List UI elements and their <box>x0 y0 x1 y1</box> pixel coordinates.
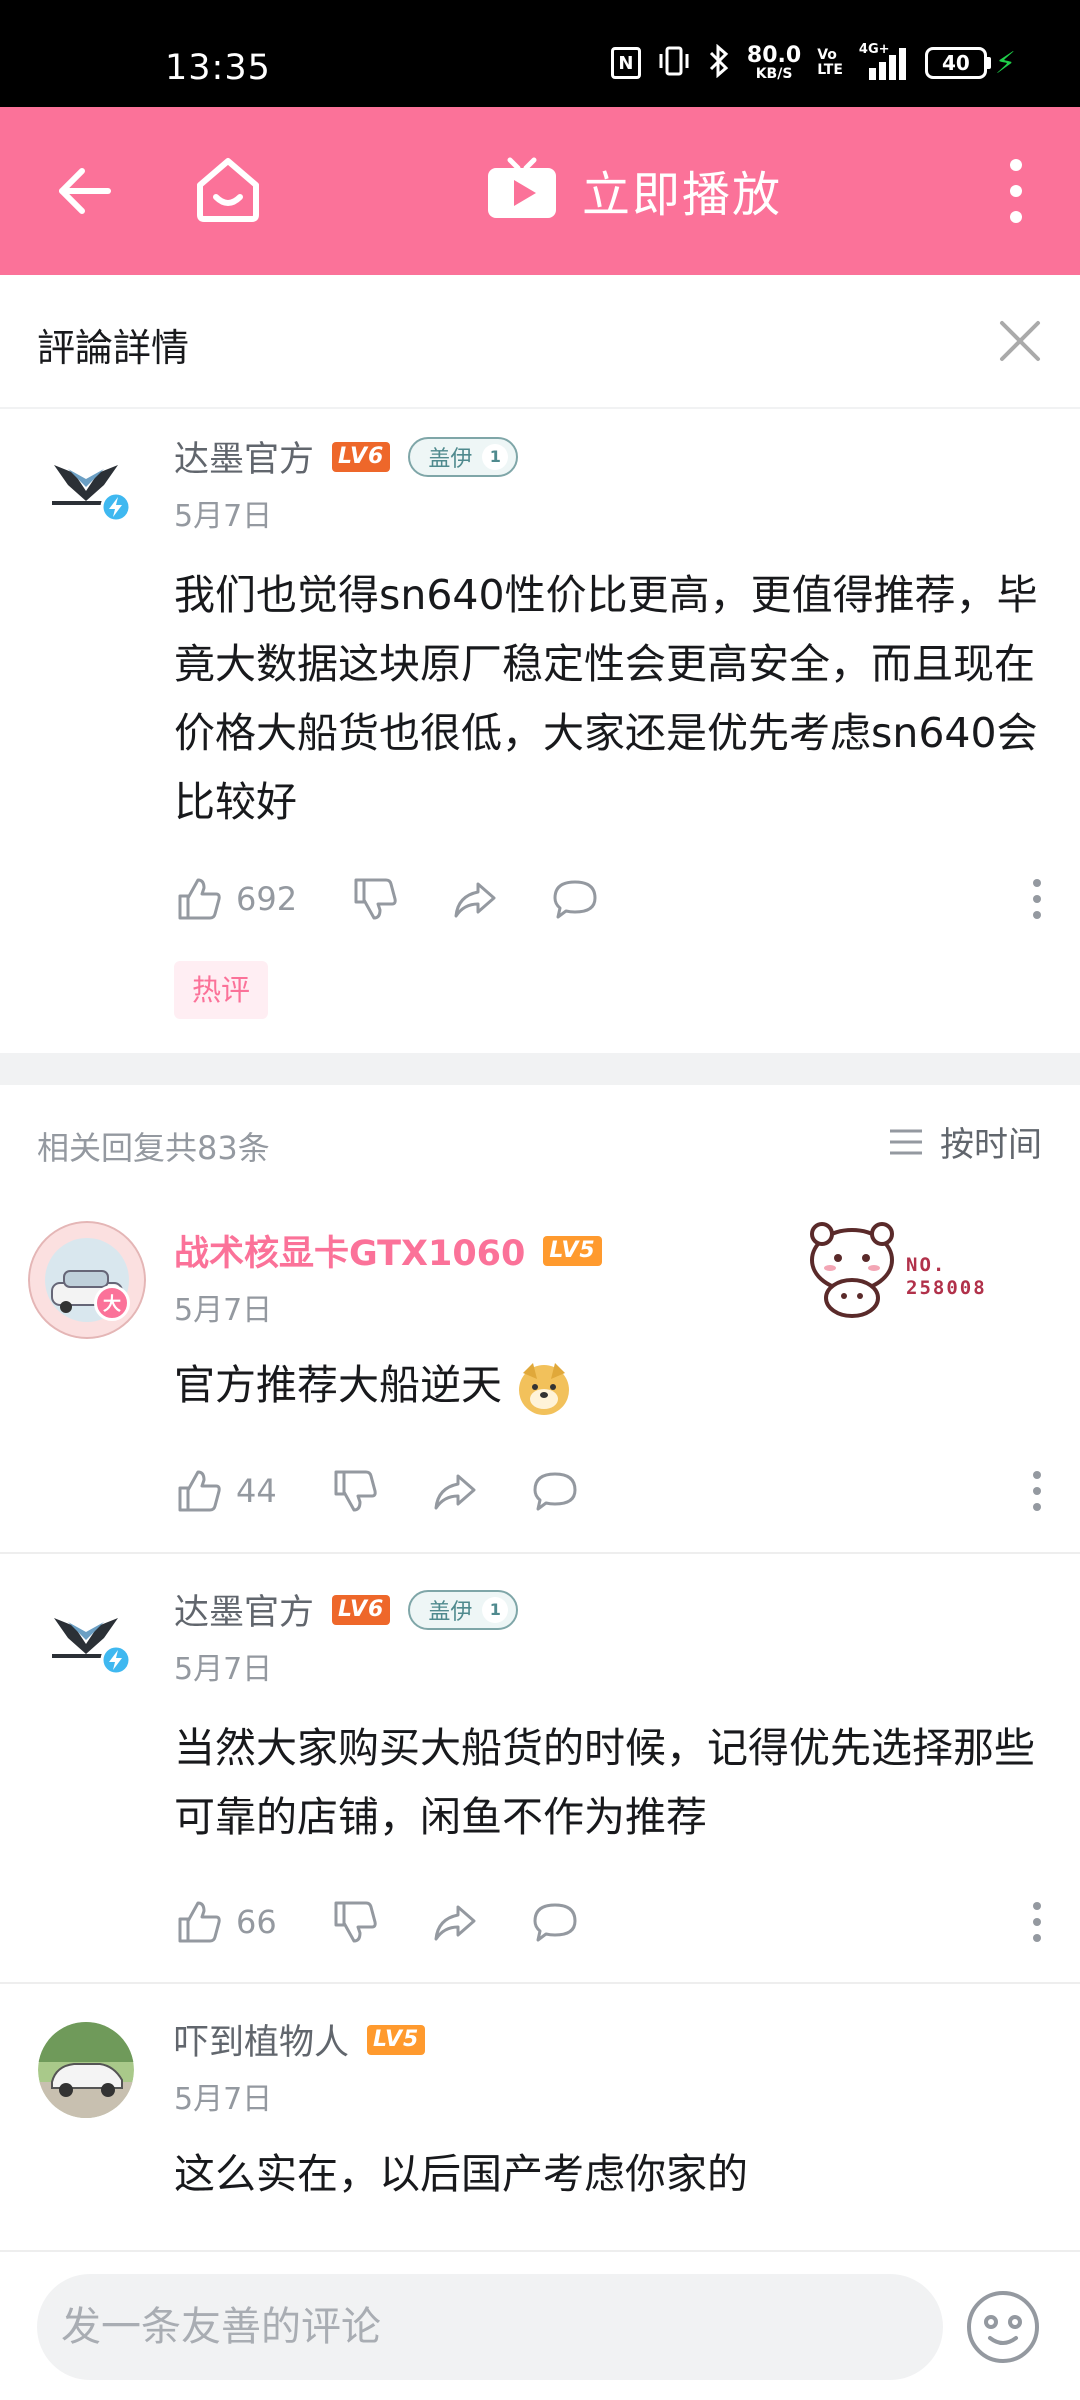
comment-actions: 66 <box>174 1894 1044 1950</box>
level-badge: LV5 <box>367 2024 426 2055</box>
volte-indicator: Vo LTE <box>817 47 843 78</box>
home-icon[interactable] <box>190 151 266 227</box>
sort-by-time-button[interactable]: 按时间 <box>888 1117 1042 1166</box>
more-vertical-icon[interactable] <box>1030 1463 1044 1519</box>
comment-text: 官方推荐大船逆天 <box>174 1351 1044 1420</box>
emoji-icon[interactable] <box>962 2286 1044 2368</box>
name-row: 达墨官方 LV6 盖伊 1 <box>174 431 519 482</box>
thumbs-up-icon <box>178 1470 221 1512</box>
share-button[interactable] <box>430 1894 480 1950</box>
reply-button[interactable] <box>530 1894 580 1950</box>
like-count: 66 <box>236 1903 277 1941</box>
more-vertical-icon[interactable] <box>1030 871 1044 927</box>
hot-comment-tag: 热评 <box>174 961 269 1019</box>
share-button[interactable] <box>450 871 500 927</box>
reply-button[interactable] <box>530 1463 580 1519</box>
name-row: 战术核显卡GTX1060 LV5 <box>174 1225 602 1276</box>
comment-bubble-icon <box>533 1472 577 1511</box>
comment-date: 5月7日 <box>174 1652 273 1687</box>
like-button[interactable]: 44 <box>174 1463 277 1519</box>
signal-icon: 4G+ <box>859 42 909 80</box>
username[interactable]: 达墨官方 <box>174 1584 314 1635</box>
share-button[interactable] <box>430 1463 480 1519</box>
avatar[interactable] <box>28 1221 146 1339</box>
bear-decoration-icon <box>810 1222 894 1318</box>
share-icon <box>454 882 496 918</box>
share-icon <box>434 1474 476 1510</box>
dislike-button[interactable] <box>330 1463 380 1519</box>
like-count: 44 <box>236 1472 277 1510</box>
section-divider <box>0 1053 1080 1085</box>
thumbs-up-icon <box>178 878 221 920</box>
comment-bubble-icon <box>553 880 597 919</box>
play-now-button[interactable]: 立即播放 <box>486 155 782 225</box>
nfc-icon: N <box>610 47 641 79</box>
comment-detail-header: 評論詳情 <box>0 275 1080 409</box>
level-badge: LV5 <box>543 1235 602 1266</box>
share-icon <box>434 1905 476 1941</box>
more-vertical-icon[interactable] <box>1030 1894 1044 1950</box>
level-badge: LV6 <box>332 441 391 472</box>
thumbs-down-icon <box>354 878 397 920</box>
reply-item: 达墨官方 LV6 盖伊 1 5月7日 当然大家购买大船货的时候，记得优先选择那些… <box>0 1554 1080 1982</box>
name-row: 吓到植物人 LV5 <box>174 2014 426 2065</box>
comment-bubble-icon <box>533 1903 577 1942</box>
thumbs-down-icon <box>334 1901 377 1943</box>
decoration-number: NO. 258008 <box>906 1254 987 1299</box>
like-button[interactable]: 692 <box>174 871 297 927</box>
sort-label: 按时间 <box>940 1125 1042 1165</box>
comment-date: 5月7日 <box>174 1293 273 1328</box>
back-arrow-icon[interactable] <box>52 159 116 223</box>
bluetooth-icon <box>707 43 731 83</box>
name-row: 达墨官方 LV6 盖伊 1 <box>174 1584 519 1635</box>
doge-emoji-icon <box>515 1359 573 1417</box>
comment-actions: 692 <box>174 871 1044 927</box>
username[interactable]: 吓到植物人 <box>174 2014 349 2065</box>
top-nav: 立即播放 <box>0 107 1080 275</box>
replies-header: 相关回复共83条 按时间 <box>0 1085 1080 1195</box>
status-bar: 13:35 N 80.0 KB/S Vo LTE 4G+ 40 ⚡ <box>0 0 1080 107</box>
reply-item: 吓到植物人 LV5 5月7日 这么实在，以后国产考虑你家的 <box>0 1984 1080 2250</box>
username[interactable]: 战术核显卡GTX1060 <box>174 1225 525 1276</box>
detail-title: 評論詳情 <box>37 326 190 370</box>
status-icons: N 80.0 KB/S Vo LTE 4G+ 40 ⚡ <box>610 42 1016 83</box>
comment-date: 5月7日 <box>174 499 273 534</box>
avatar[interactable] <box>38 2022 134 2118</box>
comment-actions: 44 <box>174 1463 1044 1519</box>
comment-text: 这么实在，以后国产考虑你家的 <box>174 2150 748 2198</box>
replies-count: 相关回复共83条 <box>37 1129 270 1167</box>
reply-button[interactable] <box>550 871 600 927</box>
dislike-button[interactable] <box>330 1894 380 1950</box>
comment-input[interactable] <box>37 2274 943 2380</box>
close-icon[interactable] <box>996 317 1044 365</box>
fan-medal-badge[interactable]: 盖伊 1 <box>408 1589 519 1630</box>
comment-input-bar <box>0 2250 1080 2400</box>
like-button[interactable]: 66 <box>174 1894 277 1950</box>
vibrate-icon <box>657 44 691 83</box>
like-count: 692 <box>236 880 298 918</box>
verified-icon <box>100 491 132 523</box>
thumbs-down-icon <box>334 1470 377 1512</box>
menu-lines-icon <box>890 1129 922 1154</box>
verified-icon <box>100 1644 132 1676</box>
more-vertical-icon[interactable] <box>1004 155 1028 227</box>
fan-decoration-card[interactable]: NO. 258008 <box>804 1218 1024 1318</box>
comment-text: 当然大家购买大船货的时候，记得优先选择那些可靠的店铺，闲鱼不作为推荐 <box>174 1724 1035 1841</box>
battery-icon: 40 ⚡ <box>924 45 1016 81</box>
dislike-button[interactable] <box>350 871 400 927</box>
network-speed: 80.0 KB/S <box>746 43 802 82</box>
level-badge: LV6 <box>332 1594 391 1625</box>
thumbs-up-icon <box>178 1901 221 1943</box>
play-now-label: 立即播放 <box>582 167 783 223</box>
charging-icon: ⚡ <box>994 45 1016 81</box>
fan-medal-badge[interactable]: 盖伊 1 <box>408 436 519 477</box>
tv-play-icon <box>486 156 558 224</box>
status-time: 13:35 <box>165 48 271 88</box>
root-comment: 达墨官方 LV6 盖伊 1 5月7日 我们也觉得sn640性价比更高，更值得推荐… <box>0 409 1080 1052</box>
username[interactable]: 达墨官方 <box>174 431 314 482</box>
comment-text: 我们也觉得sn640性价比更高，更值得推荐，毕竟大数据这块原厂稳定性会更高安全，… <box>174 571 1038 826</box>
comment-date: 5月7日 <box>174 2082 273 2117</box>
vip-badge: 大 <box>94 1285 130 1321</box>
